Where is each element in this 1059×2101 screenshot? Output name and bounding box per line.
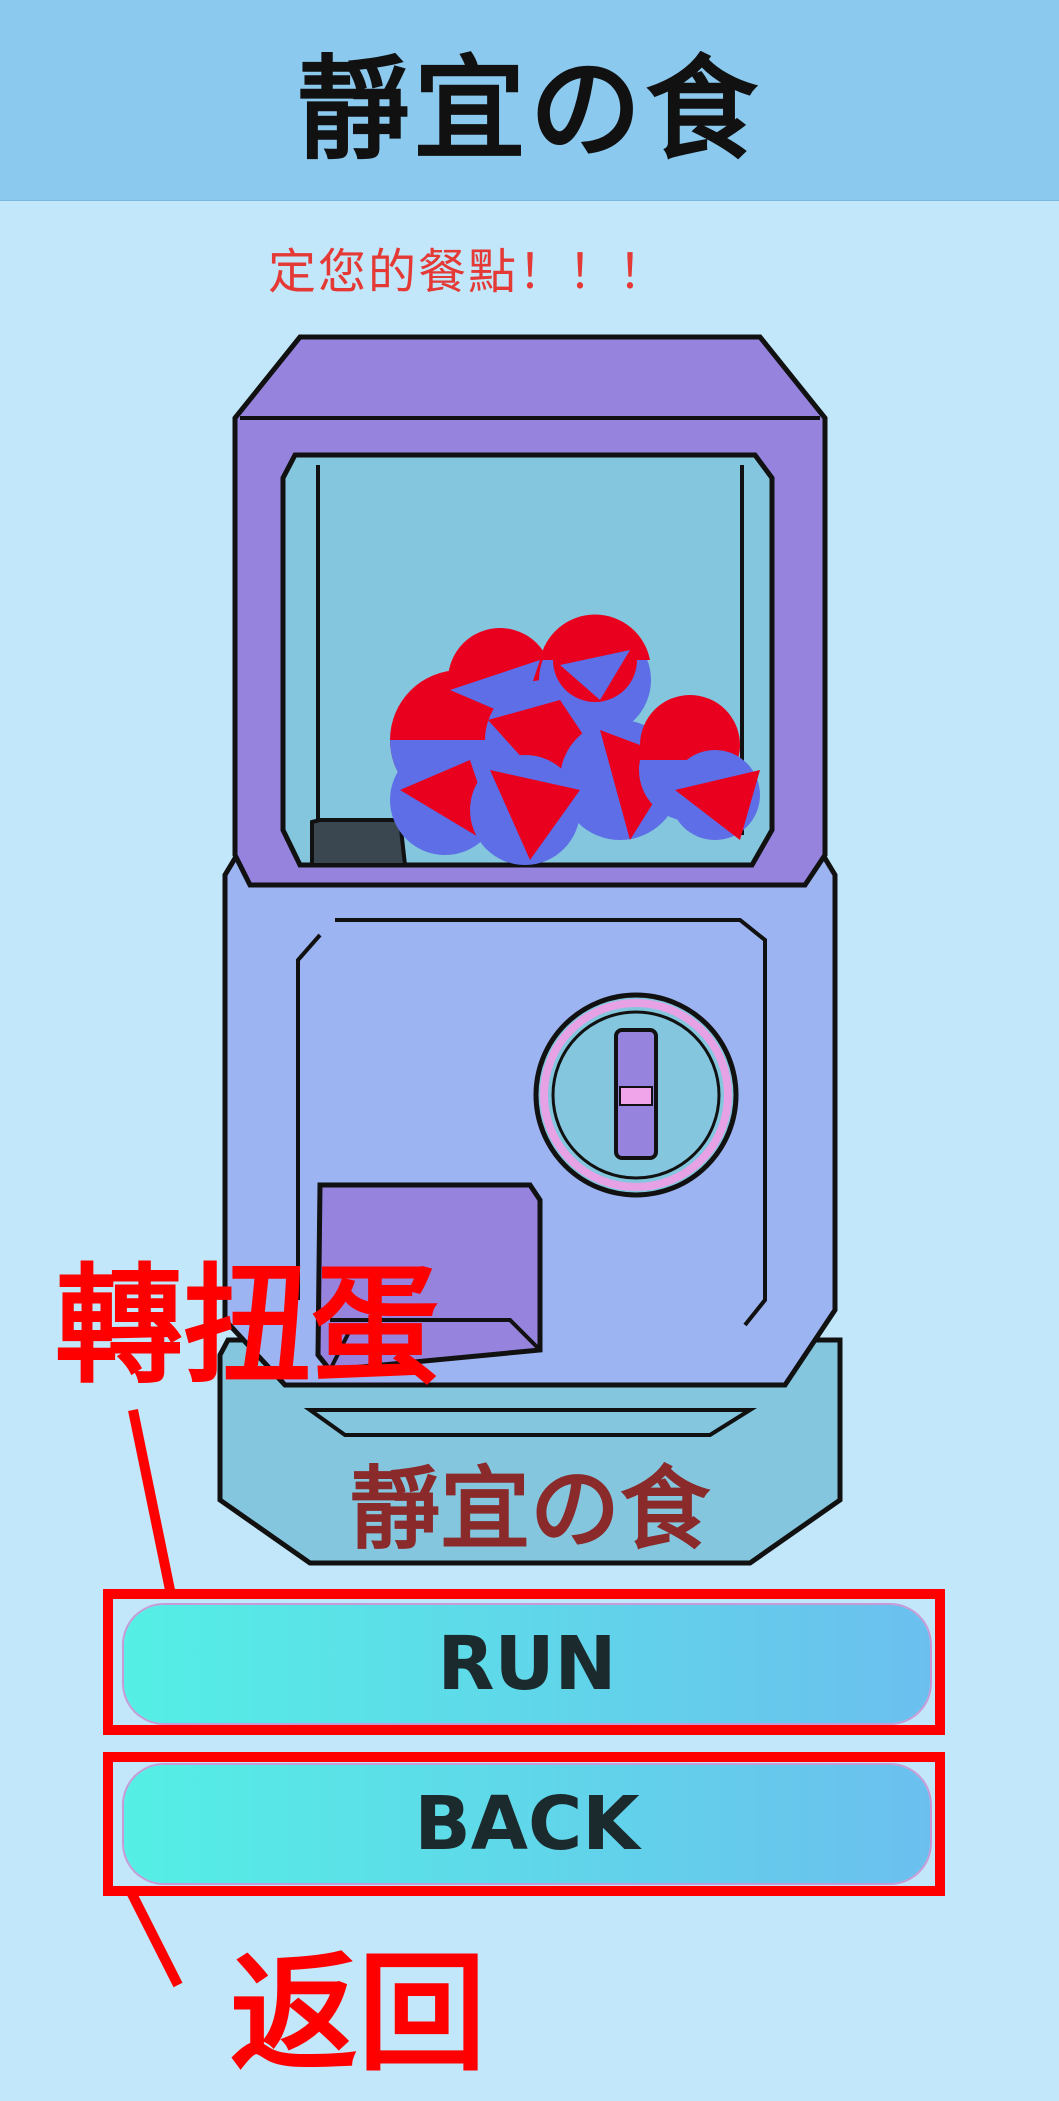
annotation-pointer-lines [125, 1408, 183, 1988]
run-annotation-text: 轉扭蛋 [55, 1252, 440, 1401]
back-annotation-text: 返回 [230, 1940, 487, 2089]
